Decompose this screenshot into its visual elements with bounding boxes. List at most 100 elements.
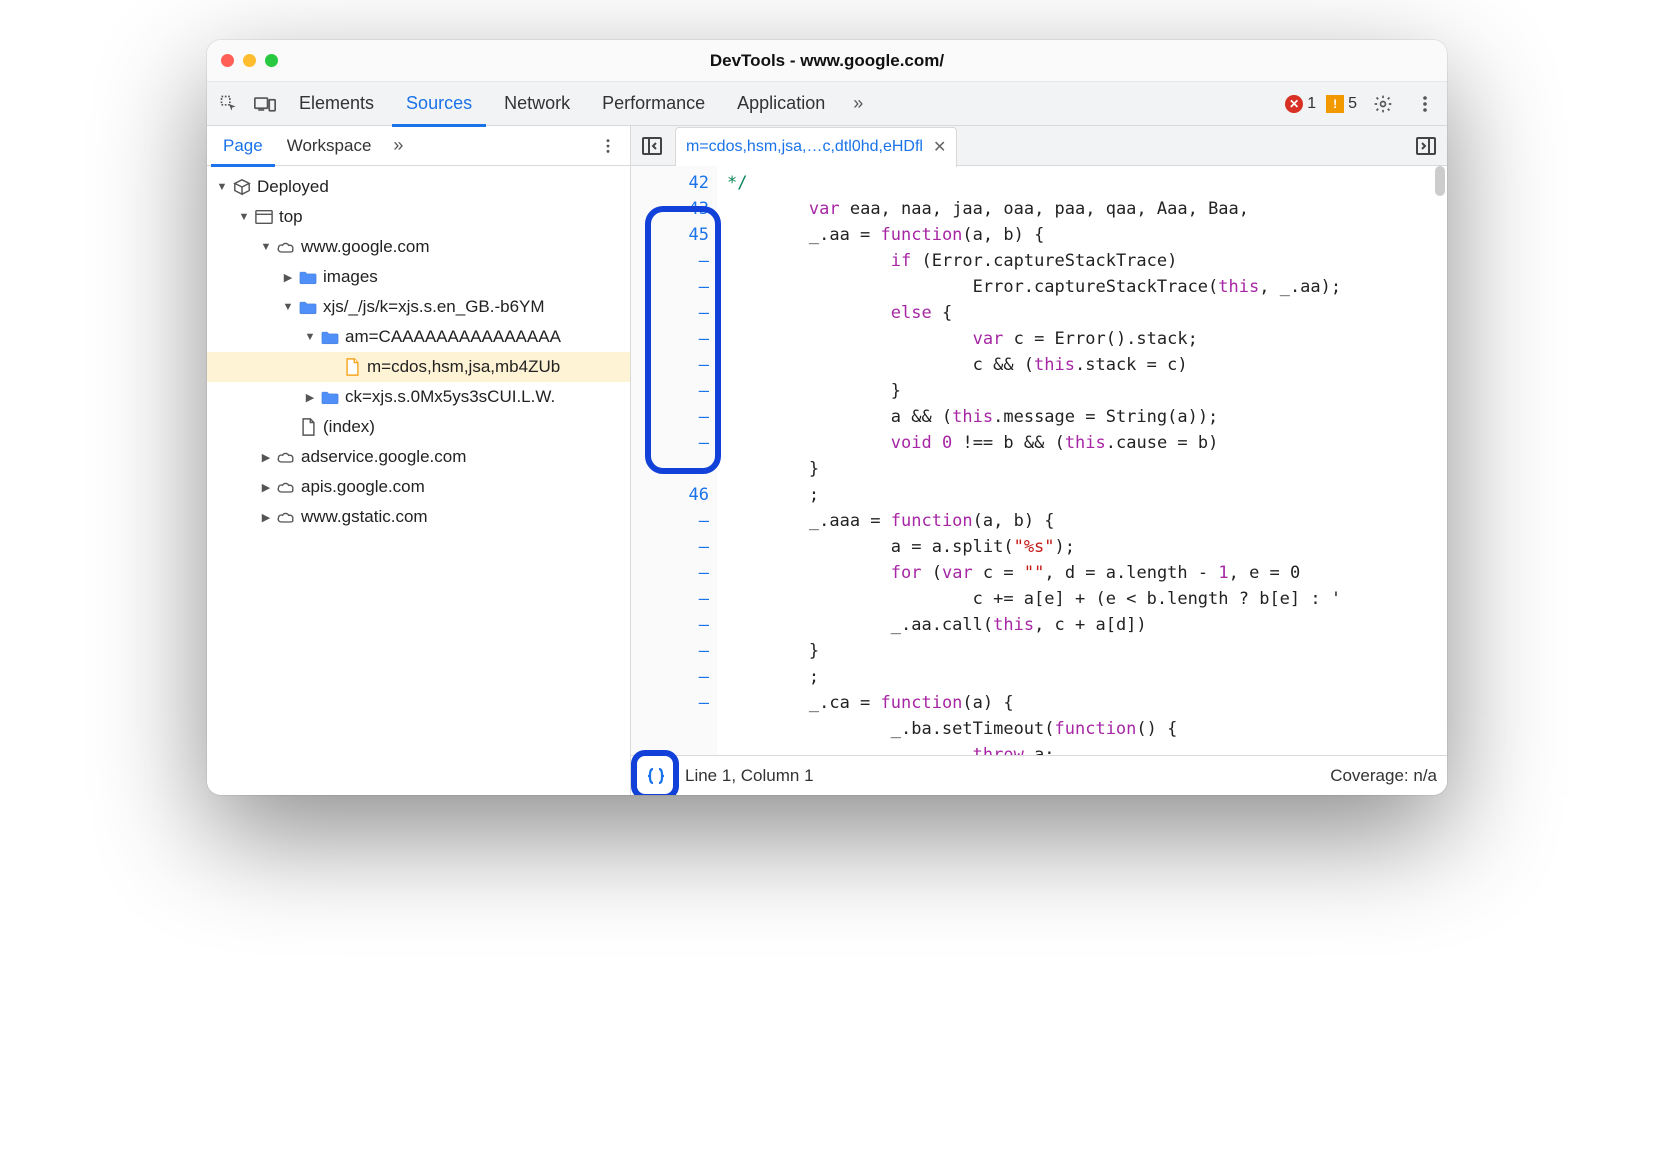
editor-tab[interactable]: m=cdos,hsm,jsa,…c,dtl0hd,eHDfl ✕ [675, 127, 957, 167]
tree-expand-icon[interactable]: ▶ [303, 391, 317, 404]
gutter-line[interactable]: – [631, 664, 709, 690]
main-toolbar: ElementsSourcesNetworkPerformanceApplica… [207, 82, 1447, 126]
device-toggle-icon[interactable] [249, 88, 281, 120]
tree-row[interactable]: (index) [207, 412, 630, 442]
gutter-line[interactable]: 46 [631, 482, 709, 508]
gutter-line[interactable]: – [631, 612, 709, 638]
tree-row[interactable]: ▼ Deployed [207, 172, 630, 202]
cloud-icon [275, 450, 297, 464]
code-line: _.ca = function(a) { [727, 690, 1447, 716]
tree-row[interactable]: ▶adservice.google.com [207, 442, 630, 472]
tree-label: www.google.com [301, 237, 624, 257]
sidebar-tab-workspace[interactable]: Workspace [275, 126, 384, 166]
code-line: c += a[e] + (e < b.length ? b[e] : ' [727, 586, 1447, 612]
warning-count[interactable]: ! 5 [1326, 95, 1357, 113]
tab-network[interactable]: Network [490, 82, 584, 126]
code-line: var eaa, naa, jaa, oaa, paa, qaa, Aaa, B… [727, 196, 1447, 222]
titlebar: DevTools - www.google.com/ [207, 40, 1447, 82]
gutter-line[interactable]: – [631, 378, 709, 404]
tree-row[interactable]: ▼ top [207, 202, 630, 232]
gutter-line[interactable]: – [631, 534, 709, 560]
tree-row[interactable]: ▼xjs/_/js/k=xjs.s.en_GB.-b6YM [207, 292, 630, 322]
gutter-line[interactable]: – [631, 508, 709, 534]
tree-row[interactable]: ▼ am=CAAAAAAAAAAAAAAA [207, 322, 630, 352]
tab-application[interactable]: Application [723, 82, 839, 126]
tree-expand-icon[interactable]: ▼ [281, 301, 295, 313]
window-title: DevTools - www.google.com/ [207, 51, 1447, 71]
tree-expand-icon[interactable]: ▼ [237, 211, 251, 223]
file-tree[interactable]: ▼ Deployed ▼ top ▼ www.google.com ▶images▼xjs/… [207, 166, 630, 795]
window-icon [253, 209, 275, 225]
sidebar-more-button[interactable]: » [387, 135, 409, 156]
gutter-line[interactable]: – [631, 560, 709, 586]
scrollbar[interactable] [1433, 166, 1447, 755]
tree-expand-icon[interactable]: ▶ [281, 271, 295, 284]
settings-icon[interactable] [1367, 88, 1399, 120]
gutter-line[interactable]: – [631, 586, 709, 612]
folder-icon [319, 330, 341, 345]
gutter-line[interactable]: – [631, 430, 709, 456]
gutter-line[interactable]: – [631, 248, 709, 274]
toggle-navigator-icon[interactable] [637, 131, 667, 161]
code-line: var c = Error().stack; [727, 326, 1447, 352]
tab-elements[interactable]: Elements [285, 82, 388, 126]
gutter-line[interactable]: – [631, 274, 709, 300]
tree-label: top [279, 207, 624, 227]
cloud-icon [275, 510, 297, 524]
gutter-line[interactable]: – [631, 300, 709, 326]
code-line: _.aa.call(this, c + a[d]) [727, 612, 1447, 638]
code-line: _.aaa = function(a, b) { [727, 508, 1447, 534]
code-line: a = a.split("%s"); [727, 534, 1447, 560]
tree-expand-icon[interactable]: ▼ [215, 181, 229, 193]
tree-expand-icon[interactable]: ▶ [259, 511, 273, 524]
tab-sources[interactable]: Sources [392, 82, 486, 126]
tree-label: Deployed [257, 177, 624, 197]
coverage-status: Coverage: n/a [1330, 766, 1437, 786]
error-icon: ✕ [1285, 95, 1303, 113]
tree-expand-icon[interactable]: ▶ [259, 451, 273, 464]
gutter-line[interactable]: 45 [631, 222, 709, 248]
line-gutter[interactable]: 424345–––––––––46–––––––– [631, 166, 717, 755]
file-js-icon [341, 358, 363, 376]
cloud-icon [275, 240, 297, 254]
gutter-line[interactable]: – [631, 456, 709, 482]
code-line: } [727, 378, 1447, 404]
tree-label: am=CAAAAAAAAAAAAAAA [345, 327, 624, 347]
tree-row[interactable]: ▶images [207, 262, 630, 292]
code-line: for (var c = "", d = a.length - 1, e = 0 [727, 560, 1447, 586]
sidebar-menu-icon[interactable] [590, 138, 626, 154]
pretty-print-icon[interactable] [641, 761, 671, 791]
cloud-icon [275, 480, 297, 494]
tree-row[interactable]: ▼ www.google.com [207, 232, 630, 262]
tree-row[interactable]: ▶ck=xjs.s.0Mx5ys3sCUI.L.W. [207, 382, 630, 412]
gutter-line[interactable]: – [631, 690, 709, 716]
tree-expand-icon[interactable]: ▼ [303, 331, 317, 343]
gutter-line[interactable]: – [631, 404, 709, 430]
gutter-line[interactable]: 43 [631, 196, 709, 222]
toggle-debugger-icon[interactable] [1411, 131, 1441, 161]
cursor-position: Line 1, Column 1 [685, 766, 814, 786]
code-editor[interactable]: 424345–––––––––46–––––––– */ var eaa, na… [631, 166, 1447, 755]
inspect-element-icon[interactable] [213, 88, 245, 120]
tree-row[interactable]: m=cdos,hsm,jsa,mb4ZUb [207, 352, 630, 382]
tab-performance[interactable]: Performance [588, 82, 719, 126]
navigator-sidebar: PageWorkspace » ▼ Deployed ▼ top ▼ www.google… [207, 126, 631, 795]
error-count[interactable]: ✕ 1 [1285, 95, 1316, 113]
kebab-menu-icon[interactable] [1409, 88, 1441, 120]
close-tab-icon[interactable]: ✕ [933, 137, 946, 157]
tree-expand-icon[interactable]: ▼ [259, 241, 273, 253]
code-content[interactable]: */ var eaa, naa, jaa, oaa, paa, qaa, Aaa… [717, 166, 1447, 755]
sidebar-tab-page[interactable]: Page [211, 126, 275, 166]
gutter-line[interactable]: 42 [631, 170, 709, 196]
gutter-line[interactable]: – [631, 638, 709, 664]
code-line: c && (this.stack = c) [727, 352, 1447, 378]
code-line: _.aa = function(a, b) { [727, 222, 1447, 248]
tree-row[interactable]: ▶apis.google.com [207, 472, 630, 502]
tree-row[interactable]: ▶www.gstatic.com [207, 502, 630, 532]
gutter-line[interactable]: – [631, 352, 709, 378]
tree-expand-icon[interactable]: ▶ [259, 481, 273, 494]
more-tabs-button[interactable]: » [847, 93, 869, 114]
gutter-line[interactable]: – [631, 326, 709, 352]
editor-area: m=cdos,hsm,jsa,…c,dtl0hd,eHDfl ✕ 424345–… [631, 126, 1447, 795]
file-icon [297, 418, 319, 436]
